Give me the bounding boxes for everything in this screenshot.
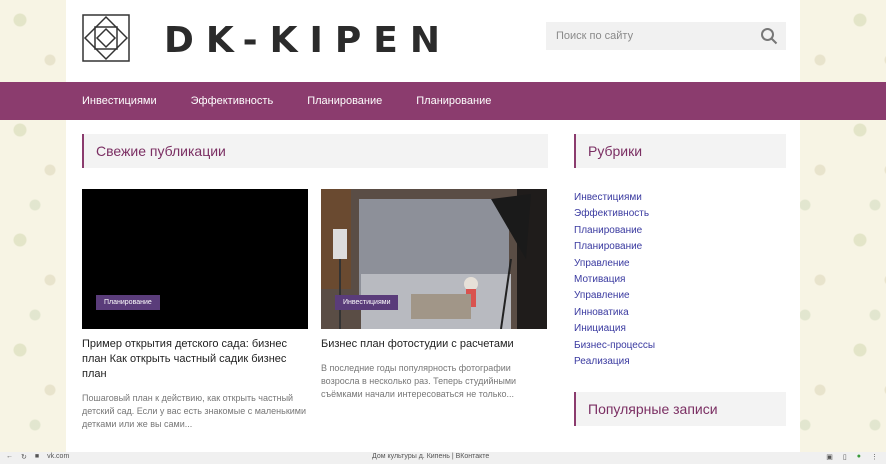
rubrics-title: Рубрики <box>574 134 786 168</box>
logo-icon[interactable] <box>82 14 130 62</box>
nav-item-investments[interactable]: Инвестициями <box>82 95 157 107</box>
status-url[interactable]: vk.com <box>47 453 69 461</box>
popular-posts-title: Популярные записи <box>574 392 786 426</box>
rubric-link[interactable]: Управление <box>574 256 655 272</box>
nav-item-planning[interactable]: Планирование <box>307 95 382 107</box>
nav-item-efficiency[interactable]: Эффективность <box>191 95 274 107</box>
fresh-posts-title: Свежие публикации <box>82 134 548 168</box>
reload-icon[interactable]: ↻ <box>21 453 27 461</box>
bookmark-icon[interactable]: ▯ <box>843 453 847 461</box>
category-badge[interactable]: Планирование <box>96 295 160 310</box>
lock-icon: ■ <box>34 453 40 460</box>
post-title[interactable]: Бизнес план фотостудии с расчетами <box>321 337 547 352</box>
rubric-link[interactable]: Эффективность <box>574 206 655 222</box>
site-logo-text[interactable]: DK-KIPEN <box>164 20 452 61</box>
rubric-link[interactable]: Реализация <box>574 354 655 370</box>
post-excerpt: В последние годы популярность фотографии… <box>321 363 517 399</box>
rubric-link[interactable]: Инвестициями <box>574 190 655 206</box>
post-thumbnail[interactable]: Инвестициями <box>321 189 547 329</box>
post-title[interactable]: Пример открытия детского сада: бизнес пл… <box>82 337 308 382</box>
site-header: DK-KIPEN <box>66 0 800 82</box>
shield-icon[interactable]: ● <box>857 453 861 461</box>
status-page-title: Дом культуры д. Кипень | ВКонтакте <box>372 453 490 460</box>
back-icon[interactable]: ← <box>6 453 13 461</box>
extension-icon[interactable]: ▣ <box>826 453 833 461</box>
rubrics-list: Инвестициями Эффективность Планирование … <box>574 190 655 370</box>
rubric-link[interactable]: Управление <box>574 288 655 304</box>
page-container: DK-KIPEN Свежие публикации Планирование … <box>66 0 800 452</box>
search-box <box>546 22 786 50</box>
post-card[interactable]: Планирование Пример открытия детского са… <box>82 189 308 431</box>
post-card[interactable]: Инвестициями Бизнес план фотостудии с ра… <box>321 189 547 401</box>
rubric-link[interactable]: Бизнес-процессы <box>574 338 655 354</box>
rubric-link[interactable]: Мотивация <box>574 272 655 288</box>
search-icon[interactable] <box>760 27 778 45</box>
rubric-link[interactable]: Планирование <box>574 239 655 255</box>
rubric-link[interactable]: Инноватика <box>574 305 655 321</box>
menu-icon[interactable]: ⋮ <box>871 453 878 461</box>
browser-status-bar: ← ↻ ■ vk.com Дом культуры д. Кипень | ВК… <box>0 452 886 464</box>
category-badge[interactable]: Инвестициями <box>335 295 399 310</box>
search-input[interactable] <box>546 22 786 50</box>
post-excerpt: Пошаговый план к действию, как открыть ч… <box>82 393 307 429</box>
main-navigation: Инвестициями Эффективность Планирование … <box>0 82 886 120</box>
post-thumbnail[interactable]: Планирование <box>82 189 308 329</box>
rubric-link[interactable]: Инициация <box>574 321 655 337</box>
rubric-link[interactable]: Планирование <box>574 223 655 239</box>
nav-item-planning-2[interactable]: Планирование <box>416 95 491 107</box>
